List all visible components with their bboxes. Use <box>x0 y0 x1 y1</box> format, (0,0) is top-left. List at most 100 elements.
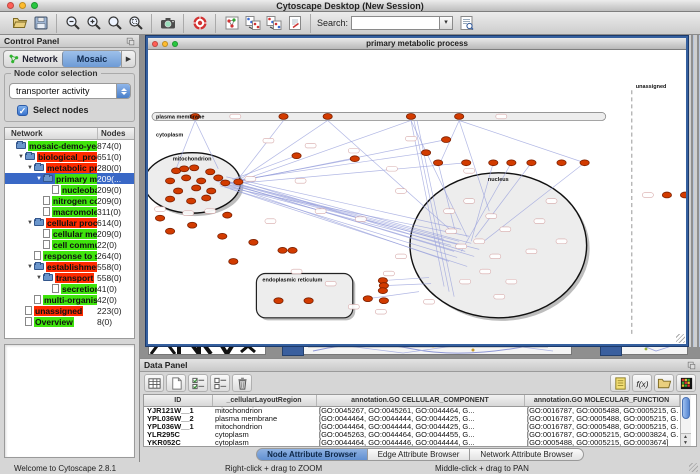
zoom-region-icon <box>128 15 144 31</box>
tree-row-macromolecule[interactable]: macromolecule311(0) <box>5 206 134 217</box>
node-label-tag <box>305 143 316 148</box>
tab-edge-attribute-browser[interactable]: Edge Attribute Browser <box>368 448 471 461</box>
select-nodes-checkbox[interactable]: ✓ <box>17 105 28 116</box>
import-table-button[interactable] <box>654 374 674 392</box>
tree-row-biological-process[interactable]: ▼biological_process651(0) <box>5 151 134 162</box>
annotation-icon <box>287 15 303 31</box>
snapshot-button[interactable] <box>157 14 178 33</box>
save-button[interactable] <box>30 14 51 33</box>
table-scrollbar-thumb[interactable] <box>682 397 690 419</box>
search-input[interactable] <box>351 16 439 30</box>
search-dropdown-button[interactable]: ▾ <box>439 16 453 30</box>
select-attributes-button[interactable] <box>188 374 208 392</box>
tree-row-unassigned[interactable]: unassigned223(0) <box>5 305 134 316</box>
tree-expand-icon[interactable]: ▼ <box>26 165 34 171</box>
tab-network-attribute-browser[interactable]: Network Attribute Browser <box>470 448 583 461</box>
tree-row-node-count: 41(0) <box>97 284 134 294</box>
graph-node <box>433 160 442 166</box>
tree-row-primary-metabo[interactable]: ▼primary metabo209(... <box>5 173 134 184</box>
float-panel-icon[interactable] <box>126 37 135 46</box>
table-cell: mitochondrion <box>212 423 316 431</box>
birds-eye-view[interactable] <box>4 344 135 458</box>
tree-row-secretion[interactable]: secretion41(0) <box>5 283 134 294</box>
canvas-resize-grip[interactable] <box>676 334 685 343</box>
table-scrollbar-arrows[interactable]: ▲▼ <box>681 433 691 446</box>
tree-expand-icon[interactable]: ▼ <box>35 176 43 182</box>
tree-row-label: cellular metabo <box>52 229 97 239</box>
network-window-titlebar[interactable]: primary metabolic process <box>148 38 686 50</box>
graph-node <box>202 195 211 201</box>
tree-expand-icon[interactable]: ▼ <box>26 264 34 270</box>
tree-row-node-count: 874(0) <box>97 141 134 151</box>
table-cell: [GO:0044464, GO:0044446, GO:0044444, G..… <box>316 439 524 447</box>
import-attributes-button[interactable] <box>263 14 284 33</box>
tree-row-label: cellular process <box>46 218 97 228</box>
node-label-tag <box>291 269 302 274</box>
graph-edge <box>459 120 584 162</box>
unselect-attributes-button[interactable] <box>210 374 230 392</box>
graph-node <box>557 160 566 166</box>
zoom-in-button[interactable] <box>83 14 104 33</box>
node-label-tag <box>486 214 497 219</box>
table-cell: [GO:0044464, GO:0044444, GO:0044425, G..… <box>316 415 524 423</box>
graph-edge <box>368 292 419 299</box>
import-network-button[interactable] <box>242 14 263 33</box>
graph-node <box>288 247 297 253</box>
tree-row-cellular-metabo[interactable]: cellular metabo209(0) <box>5 228 134 239</box>
open-folder-button[interactable] <box>9 14 30 33</box>
tree-row-establishment-of-lo[interactable]: ▼establishment of lo558(0) <box>5 261 134 272</box>
attribute-table[interactable]: ID_cellularLayoutRegionannotation.GO CEL… <box>144 395 680 447</box>
tree-column-nodes[interactable]: Nodes <box>98 128 134 139</box>
tree-column-network[interactable]: Network <box>5 128 98 139</box>
help-button[interactable] <box>189 14 210 33</box>
network-window-title: primary metabolic process <box>148 39 686 48</box>
function-button[interactable]: f(x) <box>632 374 652 392</box>
zoom-fit-button[interactable] <box>104 14 125 33</box>
tree-row-cellular-process[interactable]: ▼cellular process614(0) <box>5 217 134 228</box>
column-header-annotation-go-molecular-function[interactable]: annotation.GO MOLECULAR_FUNCTION <box>524 395 679 406</box>
tree-row-mosaic-demo-yeast[interactable]: mosaic-demo-yeast874(0) <box>5 140 134 151</box>
table-row[interactable]: YPL036W__2plasma membrane[GO:0044464, GO… <box>144 415 679 423</box>
network-canvas[interactable]: plasma membranecytoplasmmitochondrionnuc… <box>148 50 686 344</box>
tree-expand-icon[interactable]: ▼ <box>26 220 34 226</box>
zoom-out-button[interactable] <box>62 14 83 33</box>
search-options-button[interactable] <box>456 14 477 33</box>
zoom-region-button[interactable] <box>125 14 146 33</box>
column-header--cellularlayoutregion[interactable]: _cellularLayoutRegion <box>212 395 316 406</box>
tree-expand-icon[interactable]: ▼ <box>35 275 43 281</box>
delete-attribute-button[interactable] <box>232 374 252 392</box>
tree-row-response-to-stimul[interactable]: response to stimul264(0) <box>5 250 134 261</box>
table-row[interactable]: YLR295Ccytoplasm[GO:0045263, GO:0044464,… <box>144 431 679 439</box>
tab-mosaic[interactable]: Mosaic <box>62 51 121 67</box>
zoom-in-icon <box>86 15 102 31</box>
network-graph[interactable]: plasma membranecytoplasmmitochondrionnuc… <box>148 50 686 344</box>
graph-node <box>188 222 197 228</box>
notepad-button[interactable] <box>610 374 630 392</box>
create-attribute-button[interactable] <box>166 374 186 392</box>
color-matrix-button[interactable] <box>676 374 696 392</box>
graph-node <box>323 114 332 120</box>
table-row[interactable]: YJR121W__1mitochondrion[GO:0045267, GO:0… <box>144 406 679 415</box>
attribute-table-button[interactable] <box>144 374 164 392</box>
table-scrollbar[interactable]: ▲▼ <box>680 395 691 446</box>
tree-row-multi-organism-pro[interactable]: multi-organism pro42(0) <box>5 294 134 305</box>
tree-expand-icon[interactable]: ▼ <box>17 154 25 160</box>
node-color-dropdown[interactable]: transporter activity <box>9 83 131 99</box>
tree-row-cell-communicat[interactable]: cell communicat22(0) <box>5 239 134 250</box>
tab-network[interactable]: Network <box>4 51 62 67</box>
tree-row-nitrogen-compo[interactable]: nitrogen compo209(0) <box>5 195 134 206</box>
table-row[interactable]: YPL036W__1mitochondrion[GO:0044464, GO:0… <box>144 423 679 431</box>
table-row[interactable]: YKR052Ccytoplasm[GO:0044464, GO:0044446,… <box>144 439 679 447</box>
tree-row-metabolic-process[interactable]: ▼metabolic process280(0) <box>5 162 134 173</box>
column-header-id[interactable]: ID <box>144 395 212 406</box>
column-header-annotation-go-cellular-component[interactable]: annotation.GO CELLULAR_COMPONENT <box>316 395 524 406</box>
tab-overflow-button[interactable]: ▶ <box>121 51 135 67</box>
network-overview-button[interactable] <box>221 14 242 33</box>
window-resize-grip[interactable] <box>689 463 698 472</box>
tab-node-attribute-browser[interactable]: Node Attribute Browser <box>256 448 368 461</box>
tree-row-nucleobase-[interactable]: nucleobase-209(0) <box>5 184 134 195</box>
float-data-panel-icon[interactable] <box>687 361 696 370</box>
tree-row-overview[interactable]: Overview8(0) <box>5 316 134 327</box>
tree-row-transport[interactable]: ▼transport558(0) <box>5 272 134 283</box>
annotation-button[interactable] <box>284 14 305 33</box>
